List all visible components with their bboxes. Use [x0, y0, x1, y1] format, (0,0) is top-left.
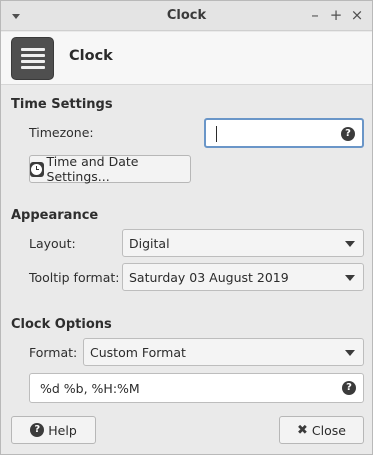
text-cursor: [216, 126, 217, 142]
help-icon[interactable]: ?: [341, 127, 355, 141]
layout-label: Layout:: [29, 236, 76, 251]
timezone-label: Timezone:: [29, 125, 94, 140]
clock-options-heading: Clock Options: [11, 317, 112, 332]
close-button-label: Close: [311, 422, 346, 438]
maximize-button[interactable]: +: [327, 6, 345, 24]
help-button-label: Help: [48, 422, 77, 438]
clock-settings-window: Clock – + × Clock Time Settings Timezone…: [0, 0, 373, 455]
dropdown-arrow-icon: [345, 275, 355, 281]
format-dropdown[interactable]: Custom Format: [83, 338, 364, 366]
titlebar: Clock – + ×: [1, 1, 372, 31]
format-label: Format:: [29, 345, 78, 360]
clock-icon: [30, 161, 44, 177]
time-settings-heading: Time Settings: [11, 97, 113, 112]
close-window-button[interactable]: ×: [348, 6, 366, 24]
custom-format-value: %d %b, %H:%M: [40, 381, 140, 396]
layout-value: Digital: [129, 236, 170, 251]
time-and-date-settings-label: Time and Date Settings...: [46, 154, 139, 184]
help-icon[interactable]: ?: [342, 381, 356, 395]
tooltip-format-dropdown[interactable]: Saturday 03 August 2019: [122, 263, 364, 291]
minimize-button[interactable]: –: [306, 6, 324, 24]
dialog-title: Clock: [69, 48, 113, 64]
close-icon: ✖: [297, 422, 308, 438]
time-and-date-settings-button[interactable]: Time and Date Settings...: [29, 154, 191, 184]
layout-dropdown[interactable]: Digital: [122, 229, 364, 257]
timezone-input[interactable]: ?: [204, 118, 364, 148]
tooltip-format-label: Tooltip format:: [29, 270, 120, 285]
dialog-header: Clock: [1, 32, 372, 85]
dropdown-arrow-icon: [345, 350, 355, 356]
custom-format-input[interactable]: %d %b, %H:%M ?: [29, 373, 364, 403]
tooltip-format-value: Saturday 03 August 2019: [129, 270, 289, 285]
appearance-heading: Appearance: [11, 208, 99, 223]
close-button[interactable]: ✖ Close: [279, 416, 364, 444]
help-icon: ?: [30, 423, 45, 437]
dropdown-arrow-icon: [345, 241, 355, 247]
list-icon: [11, 37, 54, 80]
help-button[interactable]: ? Help: [11, 416, 96, 444]
format-value: Custom Format: [90, 345, 186, 360]
